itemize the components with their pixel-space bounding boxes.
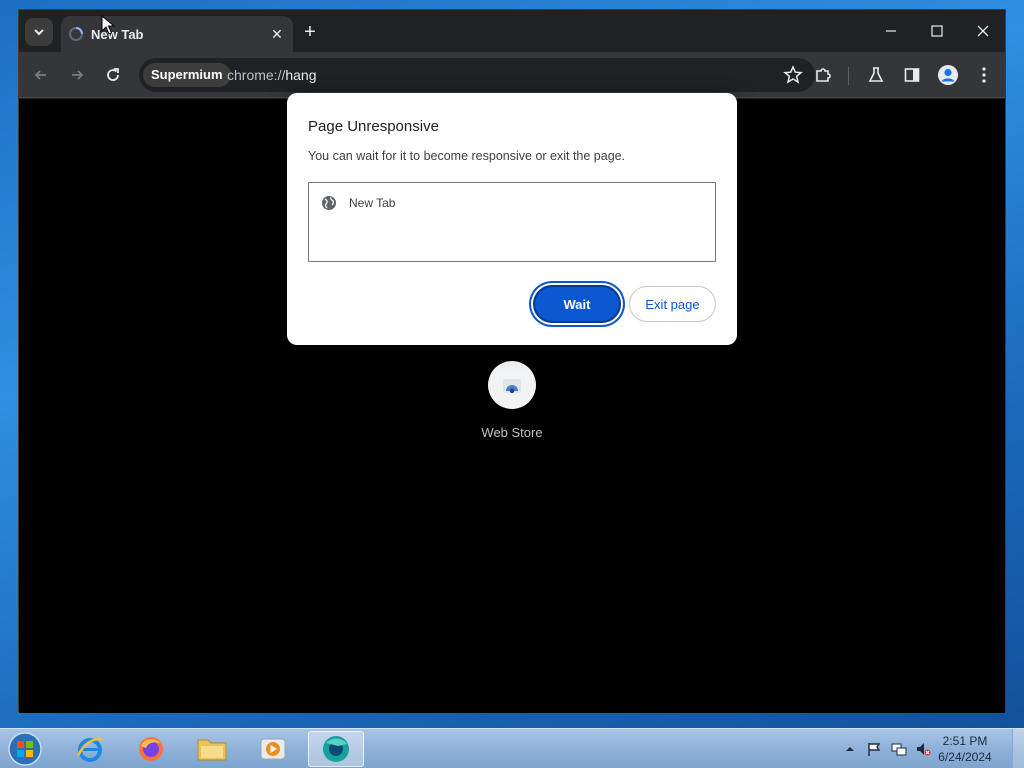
loading-favicon-icon [69,27,83,41]
dialog-message: You can wait for it to become responsive… [308,149,626,163]
puzzle-icon [816,68,831,82]
chevron-down-icon [34,29,44,36]
side-panel-icon [904,68,920,82]
web-store-icon [503,379,521,394]
arrow-left-icon [34,70,46,80]
address-bar[interactable]: Supermium chrome://hang [139,58,815,92]
bookmark-star-icon[interactable] [783,65,803,85]
start-button[interactable] [6,730,46,768]
globe-icon [322,196,336,210]
tab-new-tab[interactable]: New Tab ✕ [61,16,293,52]
volume-muted-icon[interactable] [915,741,931,757]
site-chip[interactable]: Supermium [143,63,231,87]
reload-button[interactable] [99,61,127,89]
taskbar-supermium[interactable] [308,731,364,767]
firefox-icon [139,737,163,761]
extensions-button[interactable] [809,61,837,89]
supermium-icon [323,736,349,762]
url-host: hang [285,67,317,83]
maximize-button[interactable] [917,18,957,44]
taskbar-firefox[interactable] [123,731,179,767]
labs-button[interactable] [862,61,890,89]
show-desktop-button[interactable] [1012,729,1024,768]
close-window-button[interactable] [963,18,1003,44]
menu-button[interactable] [970,61,998,89]
show-hidden-icons-icon[interactable] [844,743,856,755]
kebab-menu-icon [982,67,986,83]
taskbar: 2:51 PM 6/24/2024 [0,728,1024,768]
new-tab-button[interactable]: + [299,21,321,43]
tab-close-icon[interactable]: ✕ [267,24,287,44]
taskbar-file-explorer[interactable] [184,731,240,767]
shortcut-web-store[interactable] [488,361,536,409]
dialog-title: Page Unresponsive [308,118,439,135]
url-scheme: chrome:// [227,67,286,83]
taskbar-internet-explorer[interactable] [62,731,118,767]
page-unresponsive-dialog: Page Unresponsive You can wait for it to… [287,93,737,345]
tab-title: New Tab [91,27,144,42]
list-item: New Tab [349,196,396,210]
profile-button[interactable] [934,61,962,89]
unresponsive-pages-list: New Tab [308,182,716,262]
minimize-button[interactable] [871,18,911,44]
side-panel-button[interactable] [898,61,926,89]
wait-button[interactable]: Wait [533,285,621,323]
tab-search-button[interactable] [25,18,53,46]
arrow-right-icon [72,70,84,80]
toolbar: Supermium chrome://hang [19,52,1005,98]
url-text[interactable]: chrome://hang [227,67,317,83]
avatar-icon [938,65,958,85]
system-clock[interactable]: 2:51 PM 6/24/2024 [930,733,1000,765]
tab-strip: New Tab ✕ + [19,10,1005,52]
reload-icon [107,68,119,81]
toolbar-divider [848,67,849,85]
exit-page-button[interactable]: Exit page [629,286,716,322]
taskbar-media-player[interactable] [245,731,301,767]
action-center-flag-icon[interactable] [866,741,882,757]
back-button[interactable] [27,61,55,89]
forward-button[interactable] [63,61,91,89]
flask-icon [868,67,884,82]
windows-orb-icon [8,732,42,766]
internet-explorer-icon [76,737,103,762]
folder-icon [197,739,227,761]
mouse-cursor-icon [101,15,115,35]
shortcut-label: Web Store [481,425,543,440]
clock-time: 2:51 PM [942,734,988,748]
clock-date: 6/24/2024 [938,750,992,764]
media-player-icon [260,738,286,760]
network-icon[interactable] [891,741,907,757]
